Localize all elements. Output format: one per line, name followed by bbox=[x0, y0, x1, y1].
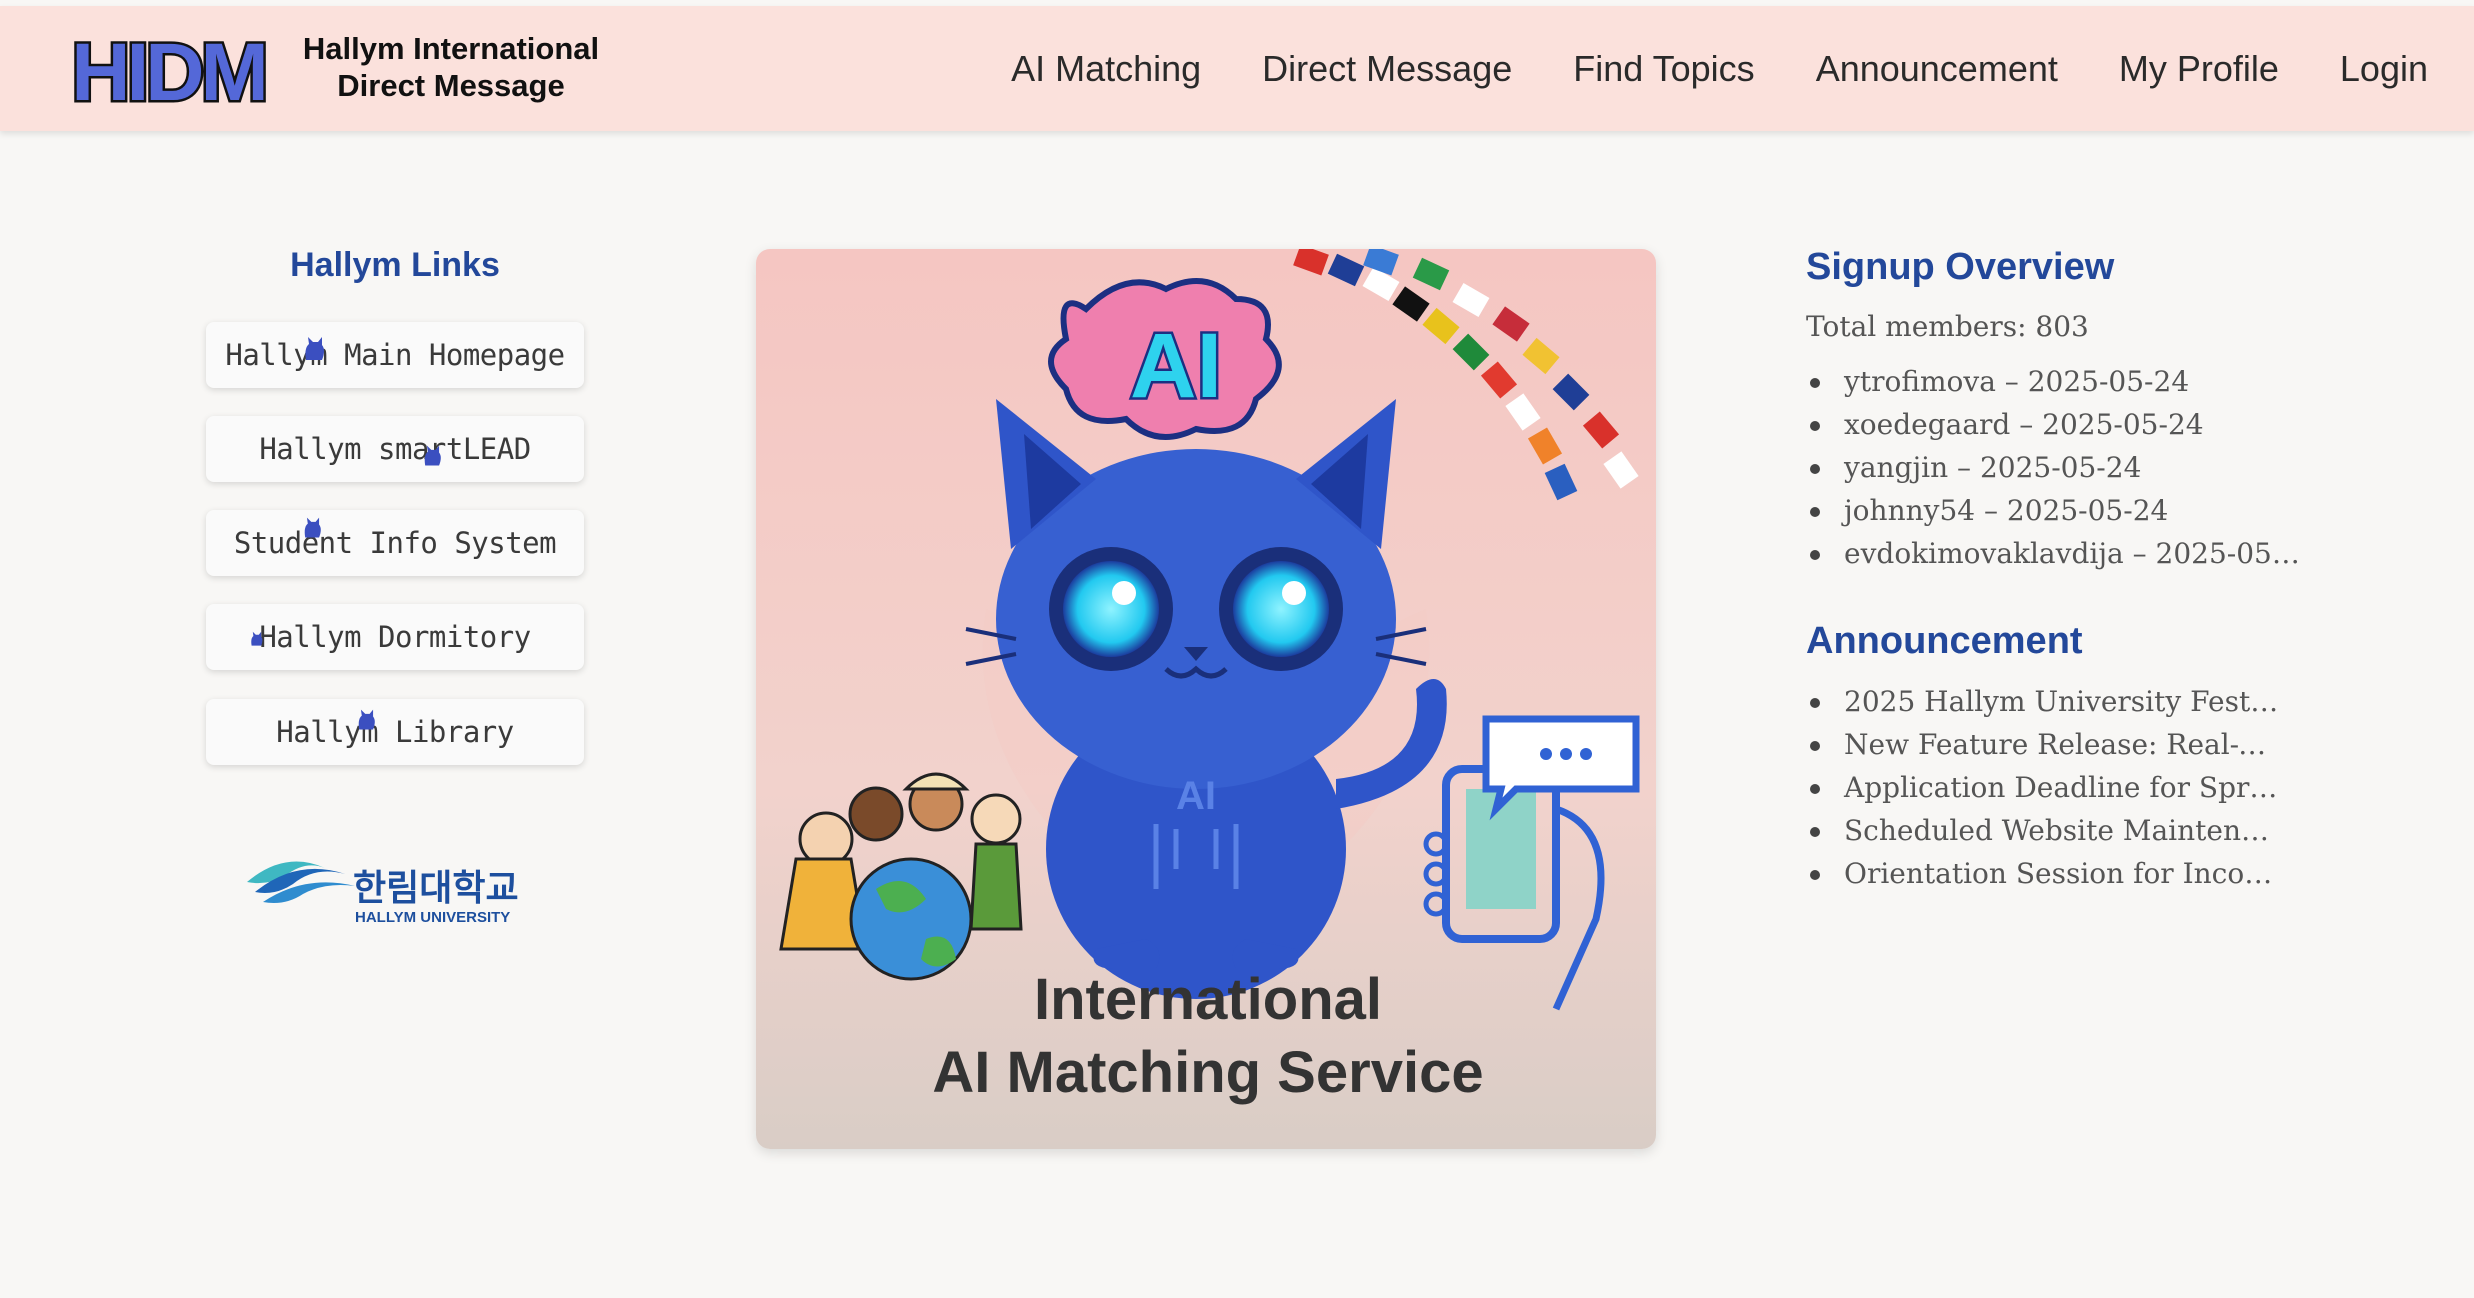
cat-icon bbox=[304, 517, 321, 538]
announcement-item[interactable]: New Feature Release: Real-Time Translati… bbox=[1806, 723, 2284, 766]
hidm-logo[interactable]: HIDM bbox=[64, 28, 274, 112]
announcement-title: Announcement bbox=[1806, 620, 2083, 662]
link-label: Hallym Dormitory bbox=[259, 620, 531, 654]
ai-matching-banner[interactable]: AI AI International AI Matching Service bbox=[756, 249, 1656, 1149]
ai-badge-text: AI bbox=[1130, 315, 1222, 417]
logo-text: HIDM bbox=[71, 28, 265, 112]
link-student-info-system[interactable]: Student Info System bbox=[206, 510, 584, 576]
univ-logo-korean: 한림대학교 bbox=[353, 868, 519, 909]
main-nav: AI Matching Direct Message Find Topics A… bbox=[1011, 48, 2428, 90]
link-label: Hallym Main Homepage bbox=[225, 338, 565, 372]
univ-logo-english: HALLYM UNIVERSITY bbox=[355, 909, 510, 926]
nav-direct-message[interactable]: Direct Message bbox=[1262, 48, 1512, 90]
announcement-item[interactable]: Application Deadline for Spring Exchange bbox=[1806, 766, 2284, 809]
nav-find-topics[interactable]: Find Topics bbox=[1573, 48, 1754, 90]
nav-announcement[interactable]: Announcement bbox=[1816, 48, 2058, 90]
cat-icon bbox=[251, 631, 263, 646]
top-navbar: HIDM Hallym International Direct Message… bbox=[0, 6, 2474, 131]
recent-signups-list: ytrofimova – 2025-05-24 xoedegaard – 202… bbox=[1806, 360, 2306, 575]
list-item: xoedegaard – 2025-05-24 bbox=[1806, 403, 2306, 446]
link-label: Hallym smartLEAD bbox=[259, 432, 531, 466]
nav-my-profile[interactable]: My Profile bbox=[2119, 48, 2279, 90]
announcement-item[interactable]: Orientation Session for Incoming Student… bbox=[1806, 852, 2284, 895]
brand-line1: Hallym International bbox=[302, 31, 600, 66]
link-library[interactable]: Hallym Library bbox=[206, 699, 584, 765]
announcement-item[interactable]: 2025 Hallym University Festival bbox=[1806, 680, 2284, 723]
brand-name: Hallym International Direct Message bbox=[296, 30, 606, 104]
nav-ai-matching[interactable]: AI Matching bbox=[1011, 48, 1201, 90]
banner-title-line1: International bbox=[1034, 967, 1382, 1032]
link-smartlead[interactable]: Hallym smartLEAD bbox=[206, 416, 584, 482]
hallym-links-title: Hallym Links bbox=[290, 246, 500, 284]
banner-title-line2: AI Matching Service bbox=[932, 1040, 1483, 1105]
nav-login[interactable]: Login bbox=[2340, 48, 2428, 90]
announcement-list: 2025 Hallym University Festival New Feat… bbox=[1806, 680, 2306, 895]
announcement-item[interactable]: Scheduled Website Maintenance bbox=[1806, 809, 2284, 852]
link-main-homepage[interactable]: Hallym Main Homepage bbox=[206, 322, 584, 388]
banner-illustration: AI AI International AI Matching Service bbox=[756, 249, 1656, 1149]
cat-icon bbox=[358, 709, 375, 730]
cat-icon bbox=[305, 337, 324, 360]
list-item: ytrofimova – 2025-05-24 bbox=[1806, 360, 2306, 403]
cat-icon bbox=[424, 445, 441, 466]
list-item: johnny54 – 2025-05-24 bbox=[1806, 489, 2306, 532]
total-members: Total members: 803 bbox=[1806, 310, 2089, 343]
signup-overview-title: Signup Overview bbox=[1806, 246, 2115, 288]
link-label: Student Info System bbox=[233, 526, 557, 560]
link-label: Hallym Library bbox=[276, 715, 514, 749]
list-item: evdokimovaklavdija – 2025-05-24 bbox=[1806, 532, 2306, 575]
cat-chest-text: AI bbox=[1176, 774, 1216, 818]
list-item: yangjin – 2025-05-24 bbox=[1806, 446, 2306, 489]
brand-line2: Direct Message bbox=[337, 68, 565, 103]
hallym-university-logo[interactable]: 한림대학교 HALLYM UNIVERSITY bbox=[245, 830, 545, 930]
